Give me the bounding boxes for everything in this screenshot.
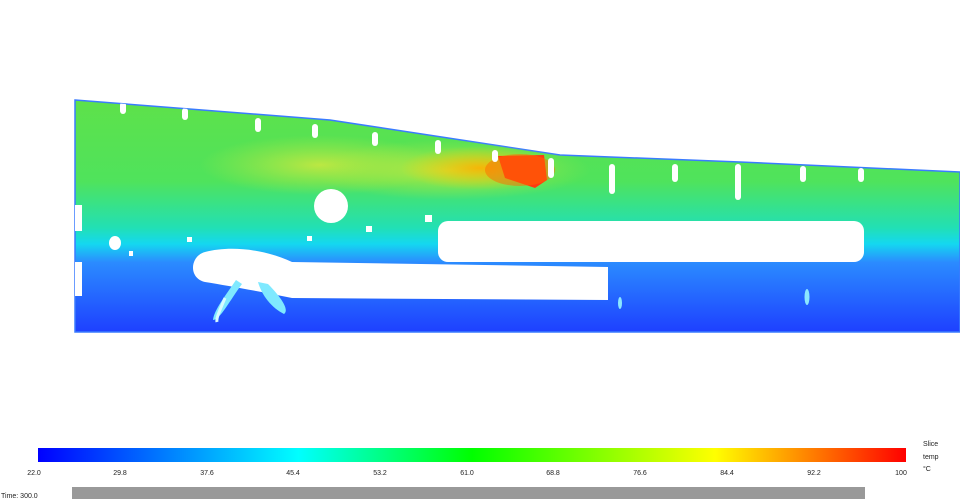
- legend-tick: 45.4: [286, 470, 300, 477]
- legend-tick: 100: [895, 470, 907, 477]
- legend-title-line: °C: [923, 466, 931, 473]
- legend-tick: 53.2: [373, 470, 387, 477]
- legend-tick: 92.2: [807, 470, 821, 477]
- round-hole: [314, 189, 348, 223]
- legend-tick: 22.0: [27, 470, 41, 477]
- legend-tick: 76.6: [633, 470, 647, 477]
- temperature-slice-visualization: [74, 99, 960, 333]
- upper-slot: [438, 221, 864, 262]
- legend-tick: 68.8: [546, 470, 560, 477]
- legend-tick: 61.0: [460, 470, 474, 477]
- color-legend-bar: [38, 448, 906, 462]
- legend-tick: 37.6: [200, 470, 214, 477]
- legend-tick: 29.8: [113, 470, 127, 477]
- time-slider-bar[interactable]: [72, 487, 865, 499]
- time-label: Time: 300.0: [1, 493, 38, 500]
- legend-tick: 84.4: [720, 470, 734, 477]
- legend-title-line: Slice: [923, 441, 939, 448]
- legend-title-line: temp: [923, 454, 939, 461]
